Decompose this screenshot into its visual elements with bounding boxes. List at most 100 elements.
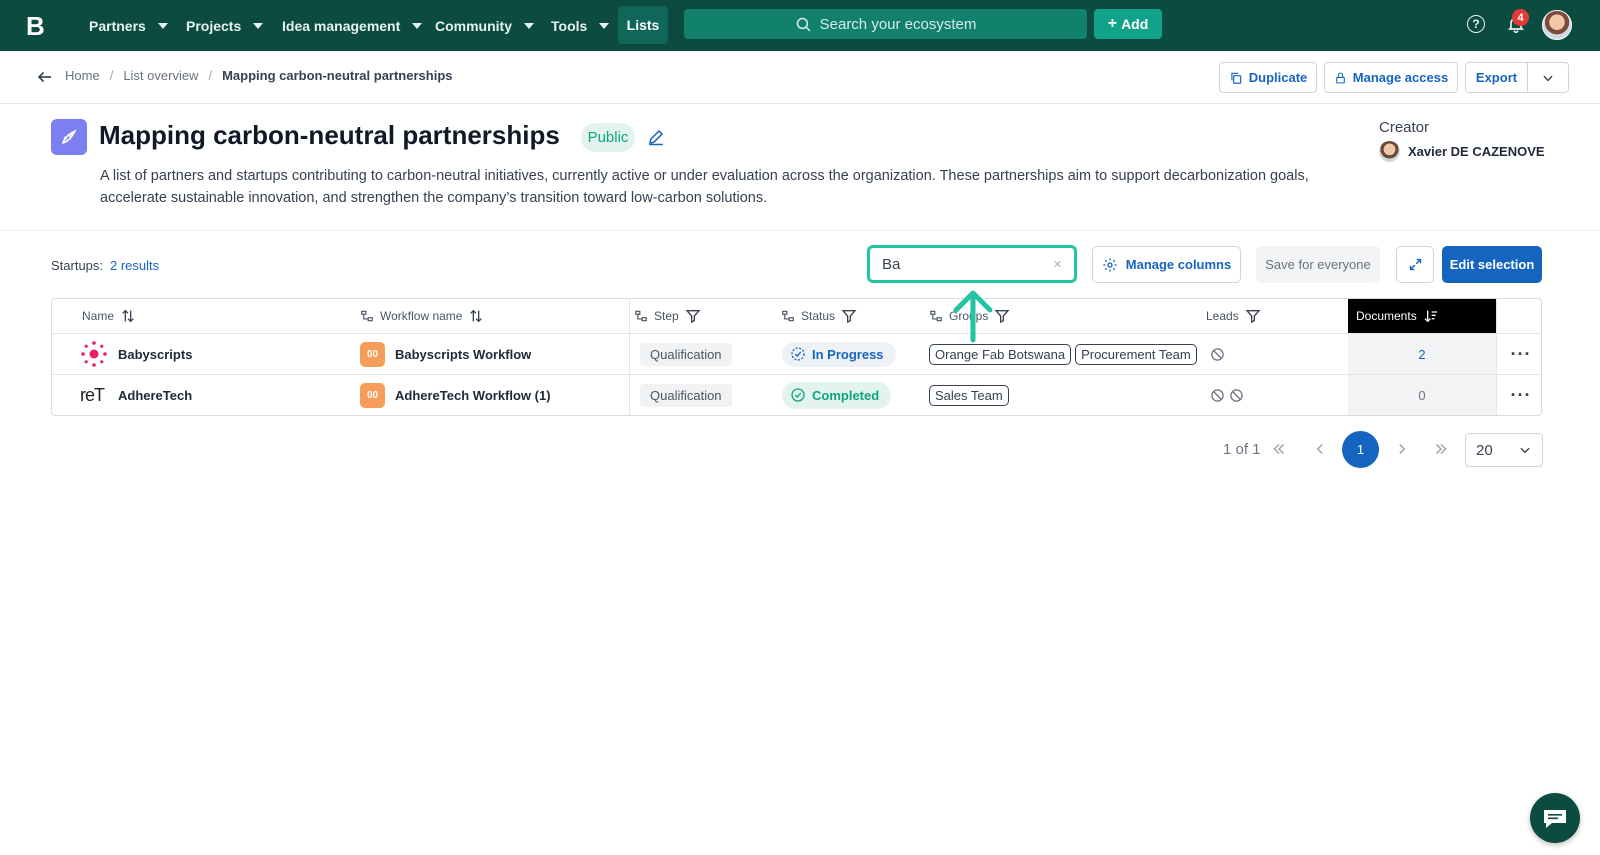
step-pill[interactable]: Qualification bbox=[640, 383, 732, 407]
expand-button[interactable] bbox=[1396, 246, 1434, 283]
help-icon[interactable]: ? bbox=[1467, 15, 1485, 33]
breadcrumb: Home / List overview / Mapping carbon-ne… bbox=[65, 68, 453, 83]
table-row-status[interactable]: In Progress bbox=[782, 334, 896, 374]
startups-table: Name Workflow name Step Status Groups Le… bbox=[51, 298, 1542, 416]
table-row-leads[interactable] bbox=[1210, 334, 1225, 374]
table-row-status[interactable]: Completed bbox=[782, 375, 892, 415]
workflow-icon bbox=[361, 310, 373, 322]
export-button[interactable]: Export bbox=[1466, 63, 1528, 92]
previous-page-icon[interactable] bbox=[1311, 440, 1329, 458]
next-page-icon[interactable] bbox=[1393, 440, 1411, 458]
column-header-name[interactable]: Name bbox=[82, 299, 136, 333]
startup-name[interactable]: Babyscripts bbox=[118, 347, 192, 362]
status-badge[interactable]: Completed bbox=[782, 381, 892, 409]
duplicate-button[interactable]: Duplicate bbox=[1219, 62, 1317, 93]
table-row-step[interactable]: Qualification bbox=[640, 375, 732, 415]
filter-icon[interactable] bbox=[994, 308, 1010, 324]
startups-label: Startups: bbox=[51, 258, 104, 273]
manage-access-button[interactable]: Manage access bbox=[1324, 62, 1458, 93]
sort-icon[interactable] bbox=[120, 308, 136, 324]
check-circle-icon bbox=[791, 388, 805, 402]
list-description: A list of partners and startups contribu… bbox=[100, 168, 1309, 206]
column-header-documents[interactable]: Documents bbox=[1348, 299, 1496, 333]
app-logo[interactable]: B bbox=[26, 12, 48, 40]
no-lead-icon bbox=[1230, 388, 1243, 402]
nav-tools[interactable]: Tools bbox=[551, 0, 610, 51]
top-navigation: B Partners Projects Idea management Comm… bbox=[0, 0, 1600, 51]
startup-logo bbox=[81, 341, 107, 367]
clear-icon[interactable]: × bbox=[1053, 256, 1062, 273]
breadcrumb-list-overview[interactable]: List overview bbox=[123, 68, 198, 83]
caret-down-icon bbox=[157, 22, 168, 29]
row-more-icon[interactable]: ··· bbox=[1511, 375, 1531, 415]
workflow-icon bbox=[782, 310, 794, 322]
search-icon bbox=[796, 17, 811, 31]
column-header-step[interactable]: Step bbox=[634, 299, 701, 333]
table-row-documents[interactable]: 2 bbox=[1348, 334, 1496, 374]
column-header-workflow[interactable]: Workflow name bbox=[360, 299, 484, 333]
name-filter-input[interactable]: Ba × bbox=[867, 245, 1077, 283]
workflow-name[interactable]: AdhereTech Workflow (1) bbox=[395, 388, 551, 403]
filter-icon[interactable] bbox=[685, 308, 701, 324]
table-row-name[interactable]: reT AdhereTech bbox=[80, 375, 192, 415]
last-page-icon[interactable] bbox=[1432, 440, 1450, 458]
row-more-icon[interactable]: ··· bbox=[1511, 334, 1531, 374]
group-tag[interactable]: Sales Team bbox=[929, 384, 1009, 406]
status-label: Completed bbox=[812, 387, 880, 403]
workflow-icon bbox=[635, 310, 647, 322]
add-button[interactable]: + Add bbox=[1094, 9, 1162, 39]
creator-name[interactable]: Xavier DE CAZENOVE bbox=[1408, 144, 1545, 159]
rocket-icon bbox=[62, 129, 77, 144]
startup-name[interactable]: AdhereTech bbox=[118, 388, 192, 403]
chat-button[interactable] bbox=[1530, 793, 1580, 843]
table-row-workflow[interactable]: 00 Babyscripts Workflow bbox=[360, 334, 531, 374]
nav-idea-management[interactable]: Idea management bbox=[282, 0, 423, 51]
table-row-step[interactable]: Qualification bbox=[640, 334, 732, 374]
manage-columns-button[interactable]: Manage columns bbox=[1092, 246, 1241, 283]
status-badge[interactable]: In Progress bbox=[782, 341, 896, 367]
nav-idea-management-label: Idea management bbox=[282, 17, 401, 34]
nav-lists[interactable]: Lists bbox=[618, 6, 668, 44]
filter-icon[interactable] bbox=[841, 308, 857, 324]
table-row-documents[interactable]: 0 bbox=[1348, 375, 1496, 415]
column-header-leads[interactable]: Leads bbox=[1206, 299, 1261, 333]
workflow-name[interactable]: Babyscripts Workflow bbox=[395, 347, 531, 362]
global-search[interactable]: Search your ecosystem bbox=[684, 9, 1087, 39]
startup-logo: reT bbox=[80, 384, 105, 405]
group-tag[interactable]: Orange Fab Botswana bbox=[929, 343, 1072, 365]
table-row-leads[interactable] bbox=[1210, 375, 1244, 415]
save-for-everyone-button[interactable]: Save for everyone bbox=[1256, 246, 1380, 283]
caret-down-icon bbox=[524, 22, 534, 29]
breadcrumb-home[interactable]: Home bbox=[65, 68, 100, 83]
nav-community[interactable]: Community bbox=[435, 0, 534, 51]
page-size-value: 20 bbox=[1476, 441, 1493, 459]
export-split-button: Export bbox=[1465, 62, 1569, 93]
nav-partners[interactable]: Partners bbox=[89, 0, 168, 51]
column-header-status[interactable]: Status bbox=[781, 299, 857, 333]
edit-selection-button[interactable]: Edit selection bbox=[1442, 246, 1542, 283]
pagination-summary: 1 of 1 bbox=[1223, 441, 1261, 458]
sort-descending-icon[interactable] bbox=[1423, 308, 1439, 324]
pencil-icon[interactable] bbox=[647, 128, 665, 146]
first-page-icon[interactable] bbox=[1270, 440, 1288, 458]
creator-avatar bbox=[1379, 141, 1400, 162]
column-header-documents-label: Documents bbox=[1356, 309, 1417, 323]
add-label: Add bbox=[1121, 16, 1149, 32]
filter-icon[interactable] bbox=[1245, 308, 1261, 324]
table-row-workflow[interactable]: 00 AdhereTech Workflow (1) bbox=[360, 375, 551, 415]
back-arrow-icon[interactable] bbox=[36, 68, 54, 86]
sort-icon[interactable] bbox=[468, 308, 484, 324]
table-row-name[interactable]: Babyscripts bbox=[80, 334, 192, 374]
plus-icon: + bbox=[1107, 15, 1118, 32]
page-size-select[interactable]: 20 bbox=[1465, 433, 1543, 467]
current-page-button[interactable]: 1 bbox=[1342, 431, 1379, 468]
expand-icon bbox=[1409, 258, 1421, 271]
step-pill[interactable]: Qualification bbox=[640, 342, 732, 366]
caret-down-icon bbox=[253, 22, 264, 29]
nav-projects[interactable]: Projects bbox=[186, 0, 264, 51]
no-lead-icon bbox=[1211, 347, 1224, 361]
user-avatar[interactable] bbox=[1542, 10, 1572, 40]
group-tag[interactable]: Procurement Team bbox=[1075, 343, 1197, 365]
export-dropdown-toggle[interactable] bbox=[1528, 63, 1568, 92]
breadcrumb-current: Mapping carbon-neutral partnerships bbox=[222, 68, 453, 83]
